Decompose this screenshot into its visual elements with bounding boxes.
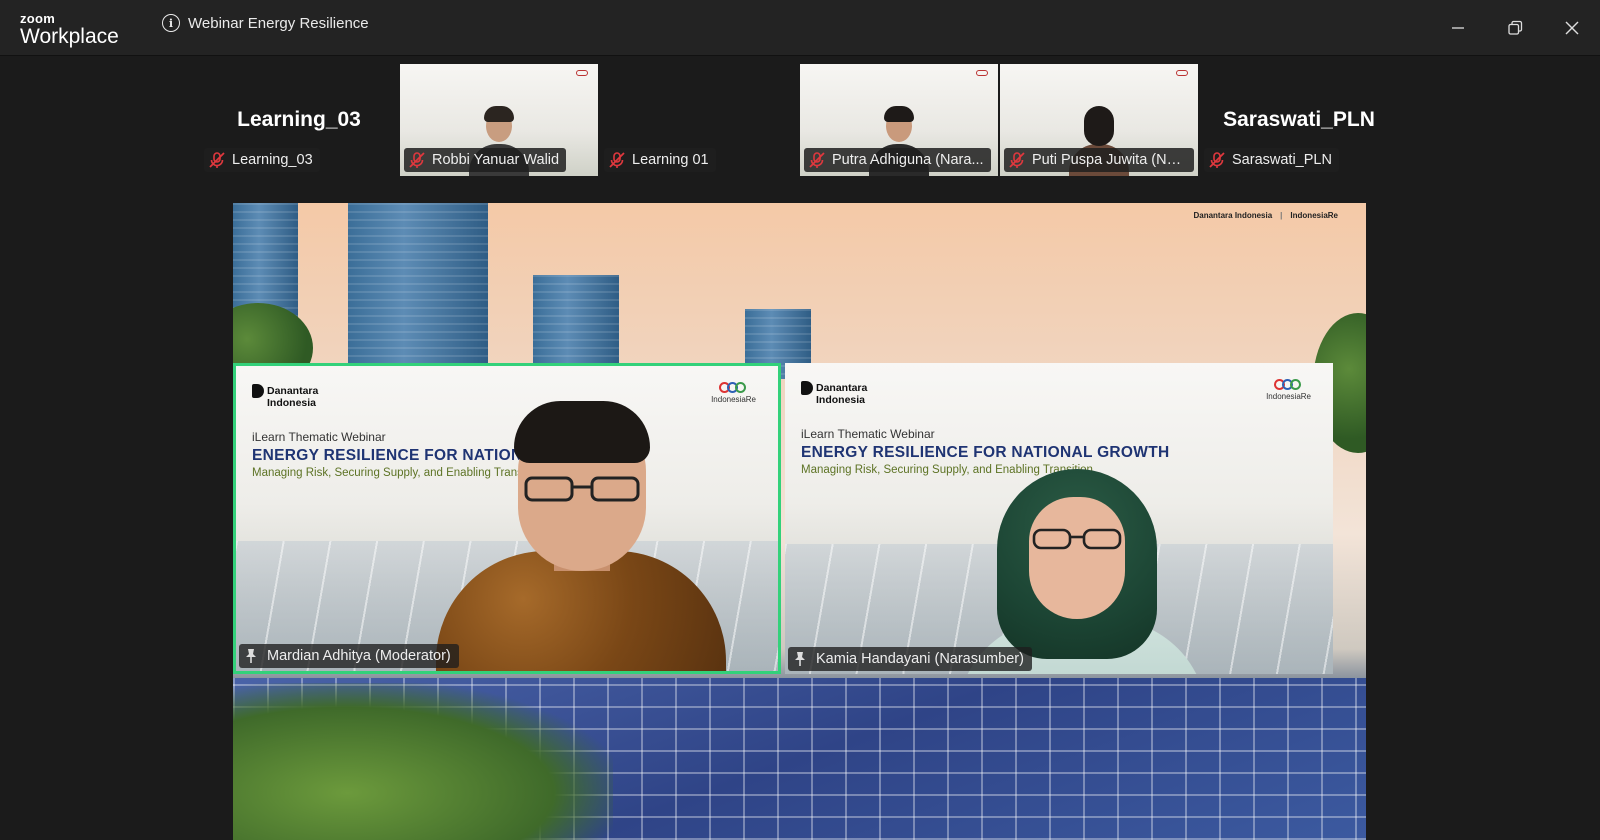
stage-logo-left: Danantara Indonesia — [1193, 211, 1273, 220]
logo-line-2: Indonesia — [267, 397, 317, 409]
app-logo-top: zoom — [20, 11, 56, 26]
zoom-meeting-window: zoom Workplace i Webinar Energy Resilien… — [0, 0, 1600, 840]
minimize-button[interactable] — [1429, 0, 1486, 56]
info-icon[interactable]: i — [162, 14, 180, 32]
restore-icon — [1507, 20, 1522, 35]
speaker-tile[interactable]: Danantara Indonesia IndonesiaRe iLearn T… — [785, 363, 1333, 674]
participant-name: Puti Puspa Juwita (Nar... — [1032, 152, 1187, 168]
speaker-name: Mardian Adhitya (Moderator) — [267, 648, 451, 664]
logo-line-1: Danantara — [816, 381, 868, 394]
stage-logo-right: IndonesiaRe — [1290, 211, 1338, 220]
mic-off-icon — [1209, 152, 1225, 168]
participant-tile[interactable]: Robbi Yanuar Walid — [400, 64, 598, 176]
pin-icon — [795, 652, 805, 666]
speaker-name: Kamia Handayani (Narasumber) — [816, 651, 1024, 667]
slide-kicker: iLearn Thematic Webinar — [252, 430, 386, 444]
glasses-shape — [524, 476, 640, 502]
participant-name: Robbi Yanuar Walid — [432, 152, 560, 168]
participant-tile[interactable]: Putra Adhiguna (Nara... — [800, 64, 998, 176]
title-bar: zoom Workplace i Webinar Energy Resilien… — [0, 0, 1600, 56]
speaker-figure — [436, 401, 726, 671]
app-logo-bottom: Workplace — [20, 25, 119, 48]
participant-nameplate: Learning_03 — [204, 148, 320, 172]
app-logo: zoom Workplace — [20, 12, 119, 47]
meeting-info[interactable]: i Webinar Energy Resilience — [162, 14, 369, 32]
logo-line-1: Danantara — [267, 384, 319, 397]
rings-logo-icon — [1266, 379, 1311, 390]
speaker-logo-indonesiare: IndonesiaRe — [1266, 379, 1311, 401]
participant-tile[interactable]: Learning_03 Learning_03 — [200, 64, 398, 176]
background-building — [533, 275, 619, 375]
background-building — [348, 203, 488, 363]
main-stage: Danantara Indonesia | IndonesiaRe Danant… — [233, 203, 1366, 840]
speaker-logo-danantara: Danantara Indonesia — [801, 381, 867, 406]
speaker-nameplate: Kamia Handayani (Narasumber) — [788, 647, 1032, 671]
logo-text: IndonesiaRe — [1266, 392, 1311, 401]
mini-slide-logo — [976, 70, 988, 76]
slide-title: ENERGY RESILIENCE FOR NATIONAL GROWTH — [801, 444, 1170, 461]
participant-big-name: Learning_03 — [237, 108, 361, 131]
participant-big-name: Saraswati_PLN — [1223, 108, 1375, 131]
meeting-title: Webinar Energy Resilience — [188, 14, 369, 32]
participant-tile[interactable]: Learning 01 — [600, 64, 798, 176]
mini-slide-logo — [1176, 70, 1188, 76]
speaker-figure — [957, 469, 1207, 674]
participant-name: Learning 01 — [632, 152, 709, 168]
logo-line-2: Indonesia — [816, 394, 866, 406]
stage-brand-logo: Danantara Indonesia | IndonesiaRe — [1193, 211, 1338, 220]
close-button[interactable] — [1543, 0, 1600, 56]
participant-strip: Learning_03 Learning_03 Robbi Yanuar Wal… — [0, 64, 1600, 176]
speaker-nameplate: Mardian Adhitya (Moderator) — [239, 644, 459, 668]
mic-off-icon — [1009, 152, 1025, 168]
participant-nameplate: Puti Puspa Juwita (Nar... — [1004, 148, 1194, 172]
mic-off-icon — [609, 152, 625, 168]
slide-kicker: iLearn Thematic Webinar — [801, 427, 935, 441]
background-grass — [233, 683, 613, 840]
participant-nameplate: Putra Adhiguna (Nara... — [804, 148, 991, 172]
speaker-logo-danantara: Danantara Indonesia — [252, 384, 318, 409]
participant-nameplate: Robbi Yanuar Walid — [404, 148, 567, 172]
pin-icon — [246, 649, 256, 663]
window-controls — [1429, 0, 1600, 56]
participant-name: Learning_03 — [232, 152, 313, 168]
participant-tile[interactable]: Puti Puspa Juwita (Nar... — [1000, 64, 1198, 176]
restore-button[interactable] — [1486, 0, 1543, 56]
participant-name: Saraswati_PLN — [1232, 152, 1332, 168]
participant-nameplate: Learning 01 — [604, 148, 716, 172]
mic-off-icon — [409, 152, 425, 168]
participant-tile[interactable]: Saraswati_PLN Saraswati_PLN — [1200, 64, 1398, 176]
minimize-icon — [1451, 27, 1464, 29]
mic-off-icon — [209, 152, 225, 168]
speaker-tile-active[interactable]: Danantara Indonesia IndonesiaRe iLearn T… — [233, 363, 781, 674]
rings-logo-icon — [711, 382, 756, 393]
mini-slide-logo — [576, 70, 588, 76]
participant-nameplate: Saraswati_PLN — [1204, 148, 1339, 172]
participant-name: Putra Adhiguna (Nara... — [832, 152, 984, 168]
close-icon — [1565, 21, 1578, 35]
glasses-shape — [1032, 528, 1122, 550]
mic-off-icon — [809, 152, 825, 168]
